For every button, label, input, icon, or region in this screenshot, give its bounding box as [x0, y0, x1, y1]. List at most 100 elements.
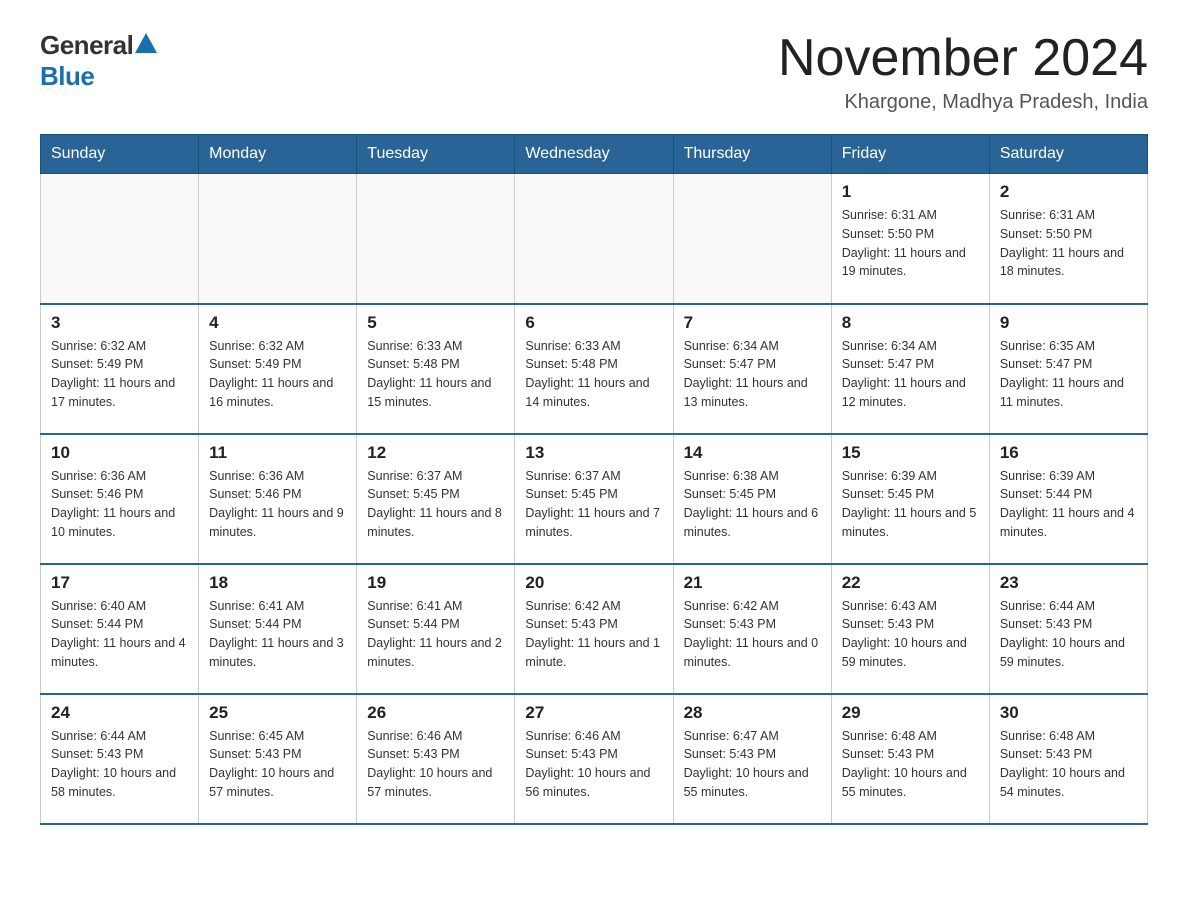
day-info: Sunrise: 6:40 AMSunset: 5:44 PMDaylight:…	[51, 597, 188, 672]
calendar-cell: 2Sunrise: 6:31 AMSunset: 5:50 PMDaylight…	[989, 174, 1147, 304]
day-number: 11	[209, 443, 346, 463]
day-number: 3	[51, 313, 188, 333]
day-number: 22	[842, 573, 979, 593]
day-of-week-header: Friday	[831, 135, 989, 174]
day-number: 25	[209, 703, 346, 723]
calendar-cell: 28 Sunrise: 6:47 AMSunset: 5:43 PMDayligh…	[673, 694, 831, 824]
day-info: Sunrise: 6:35 AMSunset: 5:47 PMDaylight:…	[1000, 337, 1137, 412]
day-info: Sunrise: 6:45 AMSunset: 5:43 PMDaylight:…	[209, 727, 346, 802]
day-info: Sunrise: 6:39 AMSunset: 5:45 PMDaylight:…	[842, 467, 979, 542]
calendar-cell: 21 Sunrise: 6:42 AMSunset: 5:43 PMDayligh…	[673, 564, 831, 694]
day-number: 12	[367, 443, 504, 463]
day-info: Sunrise: 6:32 AMSunset: 5:49 PMDaylight:…	[51, 337, 188, 412]
calendar-cell: 20 Sunrise: 6:42 AMSunset: 5:43 PMDayligh…	[515, 564, 673, 694]
day-of-week-header: Monday	[199, 135, 357, 174]
day-number: 4	[209, 313, 346, 333]
calendar-cell	[673, 174, 831, 304]
day-number: 15	[842, 443, 979, 463]
calendar-week-row: 17 Sunrise: 6:40 AMSunset: 5:44 PMDayligh…	[41, 564, 1148, 694]
calendar-cell: 4 Sunrise: 6:32 AMSunset: 5:49 PMDaylight…	[199, 304, 357, 434]
calendar-week-row: 24 Sunrise: 6:44 AMSunset: 5:43 PMDayligh…	[41, 694, 1148, 824]
day-number: 27	[525, 703, 662, 723]
day-number: 26	[367, 703, 504, 723]
day-info: Sunrise: 6:44 AMSunset: 5:43 PMDaylight:…	[1000, 597, 1137, 672]
day-number: 7	[684, 313, 821, 333]
day-info: Sunrise: 6:48 AMSunset: 5:43 PMDaylight:…	[842, 727, 979, 802]
day-info: Sunrise: 6:34 AMSunset: 5:47 PMDaylight:…	[842, 337, 979, 412]
day-info: Sunrise: 6:32 AMSunset: 5:49 PMDaylight:…	[209, 337, 346, 412]
day-info: Sunrise: 6:47 AMSunset: 5:43 PMDaylight:…	[684, 727, 821, 802]
calendar-week-row: 3 Sunrise: 6:32 AMSunset: 5:49 PMDaylight…	[41, 304, 1148, 434]
day-number: 14	[684, 443, 821, 463]
day-info: Sunrise: 6:43 AMSunset: 5:43 PMDaylight:…	[842, 597, 979, 672]
title-area: November 2024 Khargone, Madhya Pradesh, …	[778, 30, 1148, 114]
day-of-week-header: Sunday	[41, 135, 199, 174]
calendar-cell: 8Sunrise: 6:34 AMSunset: 5:47 PMDaylight…	[831, 304, 989, 434]
calendar-cell: 9 Sunrise: 6:35 AMSunset: 5:47 PMDaylight…	[989, 304, 1147, 434]
calendar-cell: 23 Sunrise: 6:44 AMSunset: 5:43 PMDayligh…	[989, 564, 1147, 694]
calendar-cell	[357, 174, 515, 304]
calendar-cell: 24 Sunrise: 6:44 AMSunset: 5:43 PMDayligh…	[41, 694, 199, 824]
day-info: Sunrise: 6:38 AMSunset: 5:45 PMDaylight:…	[684, 467, 821, 542]
day-number: 24	[51, 703, 188, 723]
day-info: Sunrise: 6:36 AMSunset: 5:46 PMDaylight:…	[51, 467, 188, 542]
calendar-cell	[515, 174, 673, 304]
calendar-cell: 3 Sunrise: 6:32 AMSunset: 5:49 PMDaylight…	[41, 304, 199, 434]
calendar-table: SundayMondayTuesdayWednesdayThursdayFrid…	[40, 134, 1148, 825]
day-number: 29	[842, 703, 979, 723]
calendar-cell: 14 Sunrise: 6:38 AMSunset: 5:45 PMDayligh…	[673, 434, 831, 564]
calendar-cell: 29 Sunrise: 6:48 AMSunset: 5:43 PMDayligh…	[831, 694, 989, 824]
page-header: General Blue November 2024 Khargone, Mad…	[40, 30, 1148, 114]
month-title: November 2024	[778, 30, 1148, 87]
calendar-week-row: 1 Sunrise: 6:31 AMSunset: 5:50 PMDaylight…	[41, 174, 1148, 304]
day-number: 23	[1000, 573, 1137, 593]
day-info: Sunrise: 6:39 AMSunset: 5:44 PMDaylight:…	[1000, 467, 1137, 542]
day-of-week-header: Saturday	[989, 135, 1147, 174]
day-number: 9	[1000, 313, 1137, 333]
calendar-cell	[41, 174, 199, 304]
day-info: Sunrise: 6:33 AMSunset: 5:48 PMDaylight:…	[525, 337, 662, 412]
logo-general-text: General	[40, 30, 133, 61]
day-info: Sunrise: 6:42 AMSunset: 5:43 PMDaylight:…	[684, 597, 821, 672]
calendar-cell: 16 Sunrise: 6:39 AMSunset: 5:44 PMDayligh…	[989, 434, 1147, 564]
calendar-cell: 30Sunrise: 6:48 AMSunset: 5:43 PMDayligh…	[989, 694, 1147, 824]
day-of-week-header: Tuesday	[357, 135, 515, 174]
day-number: 17	[51, 573, 188, 593]
day-number: 16	[1000, 443, 1137, 463]
day-info: Sunrise: 6:36 AMSunset: 5:46 PMDaylight:…	[209, 467, 346, 542]
calendar-cell: 26 Sunrise: 6:46 AMSunset: 5:43 PMDayligh…	[357, 694, 515, 824]
day-number: 21	[684, 573, 821, 593]
calendar-cell: 12 Sunrise: 6:37 AMSunset: 5:45 PMDayligh…	[357, 434, 515, 564]
day-number: 10	[51, 443, 188, 463]
calendar-cell: 17 Sunrise: 6:40 AMSunset: 5:44 PMDayligh…	[41, 564, 199, 694]
day-info: Sunrise: 6:41 AMSunset: 5:44 PMDaylight:…	[367, 597, 504, 672]
day-info: Sunrise: 6:48 AMSunset: 5:43 PMDaylight:…	[1000, 727, 1137, 802]
calendar-week-row: 10 Sunrise: 6:36 AMSunset: 5:46 PMDayligh…	[41, 434, 1148, 564]
day-info: Sunrise: 6:37 AMSunset: 5:45 PMDaylight:…	[525, 467, 662, 542]
calendar-cell: 6 Sunrise: 6:33 AMSunset: 5:48 PMDaylight…	[515, 304, 673, 434]
calendar-cell: 25 Sunrise: 6:45 AMSunset: 5:43 PMDayligh…	[199, 694, 357, 824]
day-number: 18	[209, 573, 346, 593]
day-info: Sunrise: 6:34 AMSunset: 5:47 PMDaylight:…	[684, 337, 821, 412]
day-of-week-header: Wednesday	[515, 135, 673, 174]
day-number: 1	[842, 182, 979, 202]
day-number: 6	[525, 313, 662, 333]
day-number: 20	[525, 573, 662, 593]
day-info: Sunrise: 6:46 AMSunset: 5:43 PMDaylight:…	[367, 727, 504, 802]
day-number: 28	[684, 703, 821, 723]
calendar-cell: 19Sunrise: 6:41 AMSunset: 5:44 PMDayligh…	[357, 564, 515, 694]
day-info: Sunrise: 6:41 AMSunset: 5:44 PMDaylight:…	[209, 597, 346, 672]
day-info: Sunrise: 6:44 AMSunset: 5:43 PMDaylight:…	[51, 727, 188, 802]
day-info: Sunrise: 6:42 AMSunset: 5:43 PMDaylight:…	[525, 597, 662, 672]
day-info: Sunrise: 6:31 AMSunset: 5:50 PMDaylight:…	[842, 206, 979, 281]
day-number: 5	[367, 313, 504, 333]
calendar-cell: 7 Sunrise: 6:34 AMSunset: 5:47 PMDaylight…	[673, 304, 831, 434]
calendar-cell: 15 Sunrise: 6:39 AMSunset: 5:45 PMDayligh…	[831, 434, 989, 564]
logo-arrow-icon	[135, 33, 157, 58]
day-info: Sunrise: 6:37 AMSunset: 5:45 PMDaylight:…	[367, 467, 504, 542]
calendar-cell: 5Sunrise: 6:33 AMSunset: 5:48 PMDaylight…	[357, 304, 515, 434]
day-info: Sunrise: 6:46 AMSunset: 5:43 PMDaylight:…	[525, 727, 662, 802]
calendar-cell: 27 Sunrise: 6:46 AMSunset: 5:43 PMDayligh…	[515, 694, 673, 824]
logo-blue-text: Blue	[40, 61, 94, 91]
day-number: 2	[1000, 182, 1137, 202]
